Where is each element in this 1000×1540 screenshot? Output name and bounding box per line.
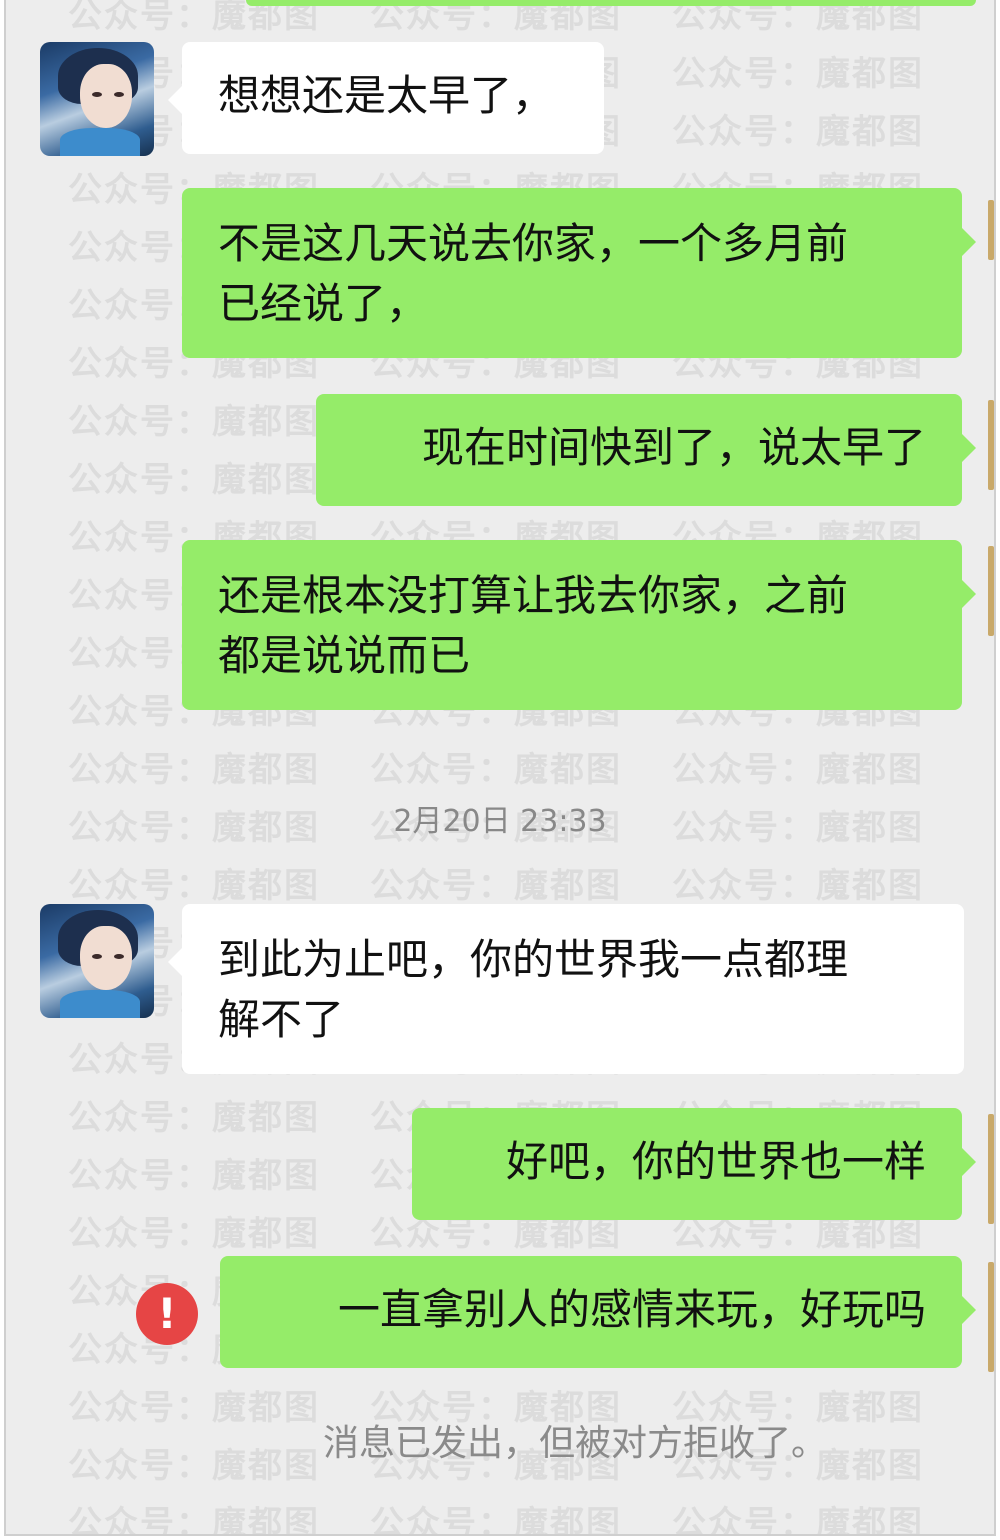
contact-avatar[interactable] <box>40 904 154 1018</box>
watermark-row: 公众号：魔都图 公众号：魔都图 公众号：魔都图 <box>68 742 974 791</box>
watermark-text: 公众号：魔都图 <box>68 750 320 790</box>
rejected-notice-text: 消息已发出，但被对方拒收了。 <box>322 1423 827 1464</box>
contact-avatar[interactable] <box>40 42 154 156</box>
message-text: 一直拿别人的感情来玩，好玩吗 <box>337 1285 926 1334</box>
watermark-text: 公众号：魔都图 <box>68 1098 320 1138</box>
rejected-notice: 消息已发出，但被对方拒收了。 <box>6 1414 994 1466</box>
message-text: 想想还是太早了， <box>218 71 555 120</box>
watermark-text: 公众号：魔都图 <box>370 866 622 906</box>
previous-bubble-edge <box>246 0 976 6</box>
timestamp: 2月20日 23:33 <box>393 804 607 839</box>
message-text-line: 解不了 <box>218 995 345 1044</box>
watermark-text: 公众号：魔都图 <box>370 1504 622 1536</box>
edge-artifact <box>988 1114 994 1224</box>
watermark-text: 公众号：魔都图 <box>672 866 924 906</box>
message-text-line: 不是这几天说去你家，一个多月前 <box>218 219 849 268</box>
message-bubble-sent[interactable]: 不是这几天说去你家，一个多月前 已经说了， <box>182 188 976 358</box>
message-text: 好吧，你的世界也一样 <box>505 1137 926 1186</box>
watermark-text: 公众号：魔都图 <box>672 112 924 152</box>
message-text-line: 已经说了， <box>218 279 429 328</box>
message-text-line: 到此为止吧，你的世界我一点都理 <box>218 935 849 984</box>
chat-window: 公众号：魔都图 公众号：魔都图 公众号：魔都图 公众号：魔都图 公众号：魔都图 公众号：魔… <box>4 0 996 1536</box>
message-text: 现在时间快到了，说太早了 <box>421 423 926 472</box>
message-bubble-received[interactable]: 想想还是太早了， <box>168 42 604 154</box>
watermark-text: 公众号：魔都图 <box>370 750 622 790</box>
watermark-row: 公众号：魔都图 公众号：魔都图 公众号：魔都图 <box>68 1496 974 1536</box>
watermark-text: 公众号：魔都图 <box>68 866 320 906</box>
edge-artifact <box>988 1262 994 1372</box>
watermark-text: 公众号：魔都图 <box>672 750 924 790</box>
message-bubble-sent[interactable]: 还是根本没打算让我去你家，之前 都是说说而已 <box>182 540 976 710</box>
watermark-text: 公众号：魔都图 <box>672 1504 924 1536</box>
message-bubble-sent[interactable]: 好吧，你的世界也一样 <box>412 1108 976 1220</box>
watermark-row: 公众号：魔都图 公众号：魔都图 公众号：魔都图 <box>68 858 974 907</box>
edge-artifact <box>988 546 994 636</box>
watermark-text: 公众号：魔都图 <box>68 1214 320 1254</box>
message-text-line: 还是根本没打算让我去你家，之前 <box>218 571 849 620</box>
message-bubble-sent-failed[interactable]: 一直拿别人的感情来玩，好玩吗 <box>220 1256 976 1368</box>
message-bubble-received[interactable]: 到此为止吧，你的世界我一点都理 解不了 <box>168 904 964 1074</box>
message-bubble-sent[interactable]: 现在时间快到了，说太早了 <box>316 394 976 506</box>
edge-artifact <box>988 200 994 260</box>
watermark-text: 公众号：魔都图 <box>672 54 924 94</box>
exclamation-circle-icon[interactable]: ! <box>136 1283 198 1345</box>
edge-artifact <box>988 400 994 490</box>
watermark-text: 公众号：魔都图 <box>68 1156 320 1196</box>
message-text-line: 都是说说而已 <box>218 631 471 680</box>
watermark-text: 公众号：魔都图 <box>68 1504 320 1536</box>
